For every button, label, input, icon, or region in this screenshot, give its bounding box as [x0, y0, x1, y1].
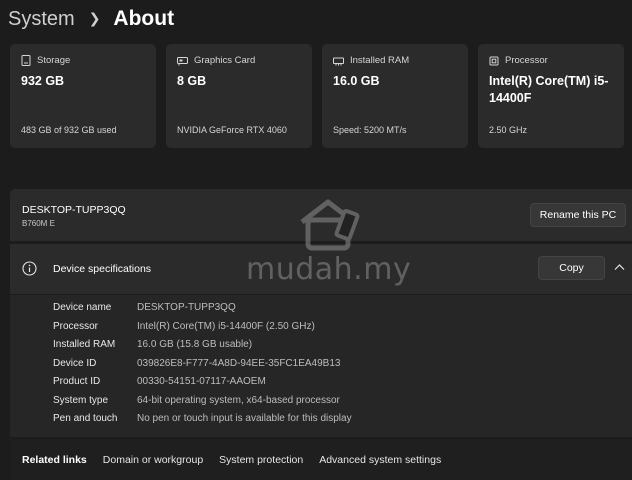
storage-value: 932 GB: [21, 74, 65, 88]
related-links-bar: Related links Domain or workgroup System…: [10, 439, 632, 480]
spec-key: Pen and touch: [53, 413, 118, 424]
spec-row: Pen and touch No pen or touch input is a…: [53, 413, 352, 424]
processor-sub: 2.50 GHz: [489, 125, 528, 135]
processor-icon: [489, 56, 499, 65]
processor-label: Processor: [505, 55, 548, 66]
spec-row: Device ID 039826E8-F777-4A8D-94EE-35FC1E…: [53, 358, 340, 369]
spec-value: No pen or touch input is available for t…: [137, 413, 352, 424]
house-logo-icon: [300, 199, 360, 251]
pc-name: DESKTOP-TUPP3QQ: [22, 204, 126, 216]
watermark: mudah.my: [246, 196, 411, 287]
spec-row: Processor Intel(R) Core(TM) i5-14400F (2…: [53, 321, 315, 332]
graphics-card-value: 8 GB: [177, 74, 207, 88]
storage-sub: 483 GB of 932 GB used: [21, 125, 117, 135]
ram-card: Installed RAM 16.0 GB Speed: 5200 MT/s: [322, 44, 468, 148]
processor-card: Processor Intel(R) Core(TM) i5-14400F 2.…: [478, 44, 624, 148]
watermark-text: mudah.my: [246, 252, 412, 287]
ram-sub: Speed: 5200 MT/s: [333, 125, 407, 135]
device-specifications-title: Device specifications: [53, 263, 152, 275]
info-icon: [22, 261, 37, 276]
link-system-protection[interactable]: System protection: [219, 454, 303, 466]
breadcrumb: System ❯ About: [8, 5, 174, 33]
device-specifications-body: Device name DESKTOP-TUPP3QQ Processor In…: [10, 295, 632, 437]
page-title: About: [113, 7, 175, 30]
storage-card: Storage 932 GB 483 GB of 932 GB used: [10, 44, 156, 148]
copy-button[interactable]: Copy: [538, 256, 605, 280]
storage-label: Storage: [37, 55, 71, 66]
spec-key: Device name: [53, 302, 112, 313]
rename-pc-button[interactable]: Rename this PC: [530, 203, 626, 227]
graphics-card-sub: NVIDIA GeForce RTX 4060: [177, 125, 287, 135]
spec-key: Device ID: [53, 357, 97, 369]
graphics-card: Graphics Card 8 GB NVIDIA GeForce RTX 40…: [166, 44, 312, 148]
spec-key: Product ID: [53, 376, 101, 387]
chevron-up-icon[interactable]: [614, 263, 625, 271]
spec-row: System type 64-bit operating system, x64…: [53, 395, 340, 406]
chevron-right-icon: ❯: [88, 9, 101, 26]
pc-model: B760M E: [22, 219, 55, 228]
link-domain-or-workgroup[interactable]: Domain or workgroup: [103, 454, 203, 466]
spec-value: 039826E8-F777-4A8D-94EE-35FC1EA49B13: [137, 357, 341, 369]
ram-value: 16.0 GB: [333, 74, 380, 88]
spec-key: Processor: [53, 320, 99, 332]
spec-value: 16.0 GB (15.8 GB usable): [137, 339, 253, 350]
graphics-card-icon: [177, 56, 188, 65]
related-links-title: Related links: [22, 453, 87, 466]
graphics-card-label: Graphics Card: [194, 55, 256, 66]
spec-value: 00330-54151-07117-AAOEM: [137, 376, 266, 387]
ram-icon: [333, 57, 344, 65]
spec-row: Installed RAM 16.0 GB (15.8 GB usable): [53, 339, 252, 350]
breadcrumb-system[interactable]: System: [8, 8, 75, 31]
link-advanced-system-settings[interactable]: Advanced system settings: [319, 454, 441, 466]
spec-row: Device name DESKTOP-TUPP3QQ: [53, 302, 236, 313]
processor-value: Intel(R) Core(TM) i5-14400F: [489, 74, 609, 105]
spec-value: Intel(R) Core(TM) i5-14400F (2.50 GHz): [137, 320, 315, 332]
spec-value: DESKTOP-TUPP3QQ: [137, 302, 236, 313]
storage-icon: [21, 55, 31, 66]
spec-key: Installed RAM: [53, 339, 116, 350]
spec-value: 64-bit operating system, x64-based proce…: [137, 394, 340, 406]
spec-key: System type: [53, 394, 109, 406]
ram-label: Installed RAM: [350, 55, 410, 66]
summary-cards: Storage 932 GB 483 GB of 932 GB used Gra…: [10, 44, 624, 148]
spec-row: Product ID 00330-54151-07117-AAOEM: [53, 376, 266, 387]
